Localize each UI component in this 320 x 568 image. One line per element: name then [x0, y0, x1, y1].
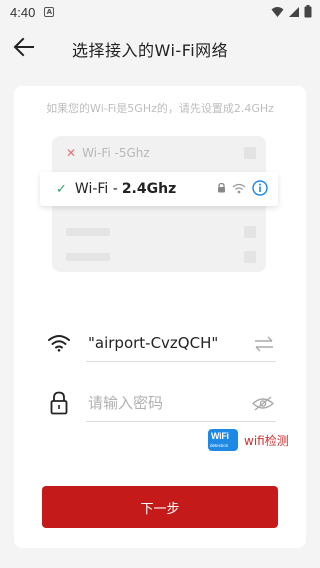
wifi-setup-card: 如果您的Wi-Fi是5GHz的，请先设置成2.4GHz ✕ Wi-Fi - 5G… [14, 86, 306, 548]
placeholder-row [66, 253, 110, 261]
illus-24g-band: 2.4Ghz [121, 181, 177, 197]
placeholder-square [244, 226, 256, 238]
placeholder-square [244, 147, 256, 159]
placeholder-square [244, 251, 256, 263]
lock-icon [50, 391, 68, 415]
detect-logo-text: WiFi [211, 431, 229, 441]
status-time: 4:40 [10, 4, 36, 20]
cell-signal-icon [289, 6, 299, 17]
ssid-value: "airport-CvzQCH" [88, 334, 219, 352]
ssid-field[interactable]: "airport-CvzQCH" [44, 326, 276, 362]
switch-network-icon[interactable] [254, 336, 274, 352]
illus-24g-prefix: Wi-Fi - [74, 181, 118, 197]
illus-5g-band: 5Ghz [118, 146, 150, 160]
wifi-detect-link[interactable]: WiFi detection wifi检测 [208, 428, 289, 452]
status-icons [271, 5, 312, 18]
wifi-detection-logo-icon: WiFi detection [208, 429, 238, 451]
illus-row-5g: ✕ Wi-Fi - 5Ghz [66, 143, 256, 163]
notification-a-icon: A [44, 7, 55, 17]
lock-icon [218, 183, 225, 193]
arrow-left-icon [13, 37, 34, 57]
check-icon: ✓ [56, 181, 67, 197]
eye-hidden-icon[interactable] [252, 396, 274, 411]
info-icon [252, 180, 268, 196]
wifi-band-illustration: ✕ Wi-Fi - 5Ghz ✓ Wi-Fi - 2.4Ghz [40, 136, 278, 272]
battery-icon [304, 5, 312, 18]
wifi-icon [232, 183, 246, 193]
band-hint-text: 如果您的Wi-Fi是5GHz的，请先设置成2.4GHz [46, 102, 274, 115]
ssid-underline [86, 361, 276, 362]
cross-icon: ✕ [66, 146, 77, 160]
password-input[interactable] [88, 390, 238, 416]
wifi-signal-icon [271, 6, 284, 17]
password-field[interactable] [44, 386, 276, 422]
next-step-button[interactable]: 下一步 [42, 486, 278, 528]
illus-row-24g: ✓ Wi-Fi - 2.4Ghz [40, 172, 278, 206]
page-title: 选择接入的Wi-Fi网络 [72, 41, 229, 60]
detect-logo-sub: detection [210, 443, 229, 448]
password-underline [86, 421, 276, 422]
illus-5g-prefix: Wi-Fi - [82, 146, 119, 160]
wifi-detect-label: wifi检测 [244, 433, 289, 448]
illus-24g-icons [217, 180, 268, 196]
app-header: 选择接入的Wi-Fi网络 [0, 24, 320, 70]
back-button[interactable] [12, 36, 36, 58]
placeholder-row [66, 228, 110, 236]
wifi-icon [48, 335, 70, 352]
status-bar: 4:40 A [0, 0, 320, 24]
